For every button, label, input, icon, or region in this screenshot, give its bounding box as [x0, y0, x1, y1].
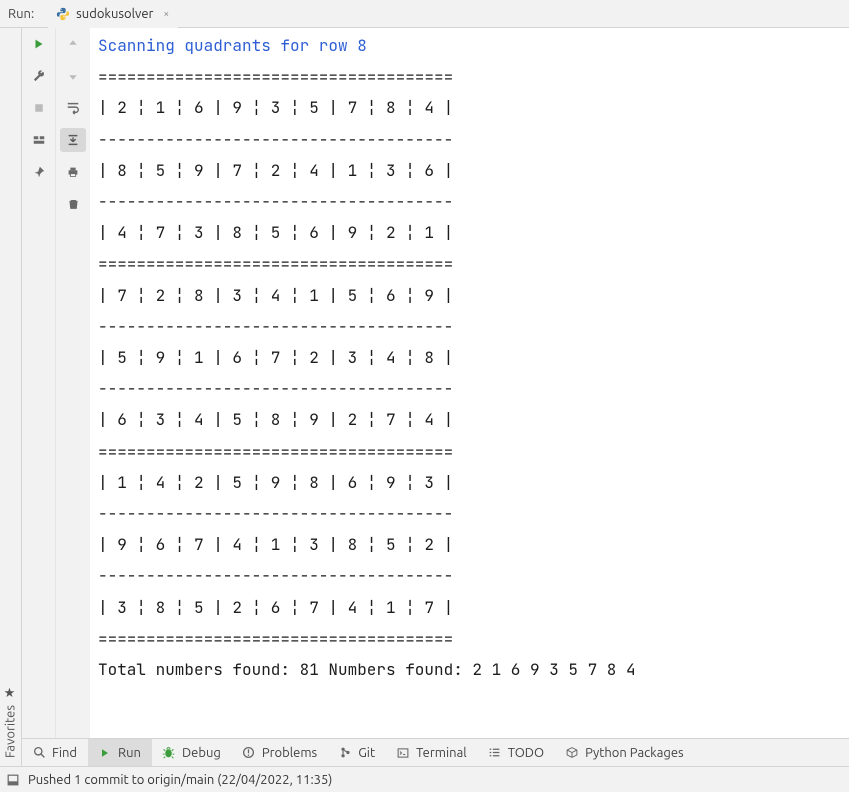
trash-icon[interactable]: [60, 192, 86, 216]
console-line: =====================================: [98, 436, 841, 467]
console-line: =====================================: [98, 248, 841, 279]
star-icon: ★: [3, 686, 18, 701]
toolwindow-tab-problems[interactable]: Problems: [232, 739, 328, 766]
packages-icon: [565, 746, 579, 760]
console-line: -------------------------------------: [98, 560, 841, 591]
console-line: -------------------------------------: [98, 498, 841, 529]
console-line: | 4 ¦ 7 ¦ 3 | 8 ¦ 5 ¦ 6 | 9 ¦ 2 ¦ 1 |: [98, 217, 841, 248]
console-line: -------------------------------------: [98, 124, 841, 155]
play-icon: [98, 746, 112, 760]
run-left-toolbar: [22, 28, 56, 738]
down-arrow-icon[interactable]: [60, 64, 86, 88]
toolwindow-tab-run[interactable]: Run: [88, 739, 152, 766]
warning-icon: [242, 746, 256, 760]
up-arrow-icon[interactable]: [60, 32, 86, 56]
print-icon[interactable]: [60, 160, 86, 184]
favorites-toolwindow-button[interactable]: Favorites ★: [3, 686, 18, 758]
console-line: | 5 ¦ 9 ¦ 1 | 6 ¦ 7 ¦ 2 | 3 ¦ 4 ¦ 8 |: [98, 342, 841, 373]
console-line: | 7 ¦ 2 ¦ 8 | 3 ¦ 4 ¦ 1 | 5 ¦ 6 ¦ 9 |: [98, 280, 841, 311]
search-icon: [32, 746, 46, 760]
console-line: =====================================: [98, 623, 841, 654]
toolwindow-tab-label: TODO: [508, 746, 544, 760]
run-tab-title: sudokusolver: [76, 7, 153, 21]
console-line: | 6 ¦ 3 ¦ 4 | 5 ¦ 8 ¦ 9 | 2 ¦ 7 ¦ 4 |: [98, 404, 841, 435]
rerun-button[interactable]: [26, 32, 52, 56]
terminal-icon: [396, 746, 410, 760]
toolwindow-tab-debug[interactable]: Debug: [152, 739, 232, 766]
toolwindow-tab-label: Terminal: [416, 746, 467, 760]
python-file-icon: [56, 7, 70, 21]
console-line: Total numbers found: 81 Numbers found: 2…: [98, 654, 841, 685]
toolwindow-tab-find[interactable]: Find: [22, 739, 88, 766]
toolwindow-tab-label: Problems: [262, 746, 317, 760]
stop-button[interactable]: [26, 96, 52, 120]
console-line: | 9 ¦ 6 ¦ 7 | 4 ¦ 1 ¦ 3 | 8 ¦ 5 ¦ 2 |: [98, 529, 841, 560]
toolwindow-tab-git[interactable]: Git: [328, 739, 386, 766]
status-bar: Pushed 1 commit to origin/main (22/04/20…: [0, 766, 849, 792]
console-line: | 8 ¦ 5 ¦ 9 | 7 ¦ 2 ¦ 4 | 1 ¦ 3 ¦ 6 |: [98, 155, 841, 186]
layout-icon[interactable]: [26, 128, 52, 152]
run-toolwindow-header: Run: sudokusolver ×: [0, 0, 849, 28]
console-line: -------------------------------------: [98, 373, 841, 404]
run-header-label: Run:: [8, 7, 40, 21]
favorites-label: Favorites: [4, 705, 18, 758]
console-line: | 3 ¦ 8 ¦ 5 | 2 ¦ 6 ¦ 7 | 4 ¦ 1 ¦ 7 |: [98, 592, 841, 623]
console-line: -------------------------------------: [98, 311, 841, 342]
toolwindow-tab-label: Run: [118, 746, 141, 760]
wrench-icon[interactable]: [26, 64, 52, 88]
toolwindow-tab-label: Git: [358, 746, 375, 760]
bottom-toolwindow-tabs: Find Run Debug Problems Git Terminal TODO Pytho…: [22, 738, 849, 766]
pin-icon[interactable]: [26, 160, 52, 184]
console-line: -------------------------------------: [98, 186, 841, 217]
toolwindow-tab-todo[interactable]: TODO: [478, 739, 555, 766]
toolwindow-tab-python-packages[interactable]: Python Packages: [555, 739, 695, 766]
toolwindow-tab-label: Find: [52, 746, 77, 760]
bug-icon: [162, 746, 176, 760]
vcs-status-icon[interactable]: [6, 773, 20, 787]
console-line: =====================================: [98, 61, 841, 92]
scroll-to-end-icon[interactable]: [60, 128, 86, 152]
status-message: Pushed 1 commit to origin/main (22/04/20…: [28, 773, 332, 787]
console-line: | 1 ¦ 4 ¦ 2 | 5 ¦ 9 ¦ 8 | 6 ¦ 9 ¦ 3 |: [98, 467, 841, 498]
toolwindow-tab-label: Debug: [182, 746, 221, 760]
left-tool-rail: Favorites ★: [0, 28, 22, 766]
soft-wrap-icon[interactable]: [60, 96, 86, 120]
toolwindow-tab-terminal[interactable]: Terminal: [386, 739, 478, 766]
todo-icon: [488, 746, 502, 760]
run-output-toolbar: [56, 28, 90, 738]
console-line: Scanning quadrants for row 8: [98, 30, 841, 61]
run-tab[interactable]: sudokusolver ×: [48, 0, 178, 28]
console-output[interactable]: Scanning quadrants for row 8============…: [90, 28, 849, 738]
git-icon: [338, 746, 352, 760]
toolwindow-tab-label: Python Packages: [585, 746, 684, 760]
close-icon[interactable]: ×: [163, 8, 169, 19]
console-line: | 2 ¦ 1 ¦ 6 | 9 ¦ 3 ¦ 5 | 7 ¦ 8 ¦ 4 |: [98, 92, 841, 123]
